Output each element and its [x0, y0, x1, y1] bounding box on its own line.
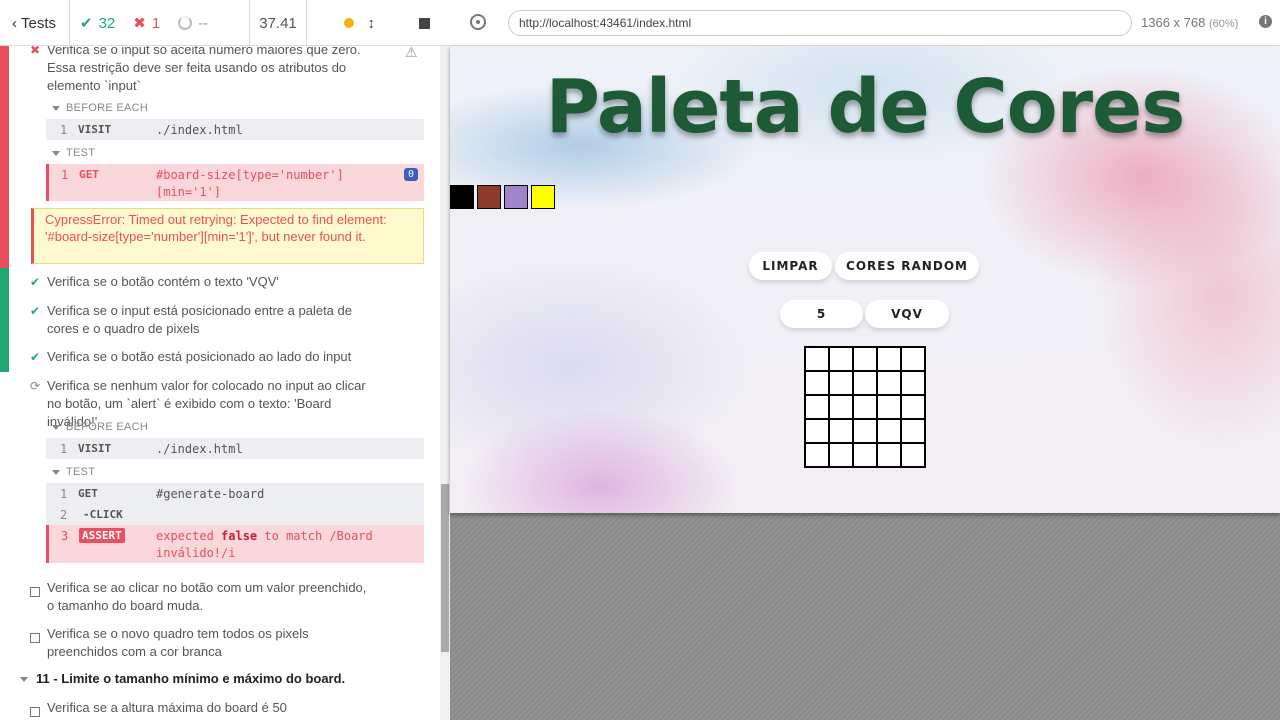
pixel[interactable]	[901, 419, 925, 443]
failed-icon: ✖	[30, 46, 41, 57]
error-message: CypressError: Timed out retrying: Expect…	[31, 208, 424, 264]
pending-count: --	[178, 15, 208, 32]
pixel[interactable]	[853, 395, 877, 419]
color-swatch[interactable]	[477, 185, 501, 209]
color-swatch[interactable]	[450, 185, 474, 209]
passed-icon: ✔	[30, 304, 41, 318]
color-swatch[interactable]	[504, 185, 528, 209]
running-indicator-icon	[343, 18, 354, 28]
test-header[interactable]: TEST	[52, 466, 95, 478]
page-title: Paleta de Cores	[545, 64, 1186, 150]
x-icon: ✖	[133, 15, 146, 32]
failed-count: ✖ 1	[133, 14, 161, 33]
stop-icon[interactable]	[419, 17, 430, 29]
pixel[interactable]	[901, 443, 925, 467]
command-assert-failed[interactable]: 3 ASSERT expected false to match /Board …	[46, 525, 424, 563]
caret-down-icon	[52, 105, 60, 111]
command-get-failed[interactable]: 1 GET #board-size[type='number'][min='1'…	[46, 164, 424, 201]
pixel[interactable]	[805, 371, 829, 395]
pixel[interactable]	[829, 347, 853, 371]
pixel[interactable]	[877, 347, 901, 371]
pixel[interactable]	[853, 371, 877, 395]
viewport-info: 1366 x 768 (60%)	[1141, 15, 1239, 30]
board-size-input[interactable]: 5	[780, 300, 863, 328]
before-each-header[interactable]: BEFORE EACH	[52, 421, 148, 433]
test-title-passed[interactable]: Verifica se o botão contém o texto 'VQV'	[47, 273, 377, 291]
color-palette	[450, 185, 555, 209]
pixel[interactable]	[877, 371, 901, 395]
pixel[interactable]	[829, 443, 853, 467]
info-icon[interactable]: i	[1259, 15, 1272, 28]
command-click[interactable]: 2 -CLICK	[46, 504, 424, 525]
scrollbar-thumb[interactable]	[441, 484, 449, 652]
before-each-header[interactable]: BEFORE EACH	[52, 102, 148, 114]
check-icon: ✔	[80, 15, 93, 32]
pixel-board	[804, 346, 926, 468]
pixel[interactable]	[853, 347, 877, 371]
tests-back-button[interactable]: ‹ Tests	[0, 0, 70, 46]
caret-down-icon	[20, 677, 28, 682]
elements-count-badge: 0	[403, 168, 418, 181]
test-title-passed[interactable]: Verifica se o botão está posicionado ao …	[47, 348, 377, 366]
command-visit[interactable]: 1 VISIT ./index.html	[46, 119, 424, 140]
command-get[interactable]: 1 GET #generate-board	[46, 483, 424, 504]
pixel[interactable]	[829, 419, 853, 443]
test-title-passed[interactable]: Verifica se o input está posicionado ent…	[47, 302, 377, 338]
reporter-body: ✖ Verifica se o input só aceita número m…	[0, 46, 440, 720]
app-stage: Paleta de Cores LIMPAR CORES RANDOM 5 VQ…	[450, 46, 1280, 720]
pixel[interactable]	[877, 395, 901, 419]
generate-board-button[interactable]: VQV	[865, 300, 949, 328]
app-header: http://localhost:43461/index.html 1366 x…	[450, 0, 1280, 46]
pixel[interactable]	[805, 443, 829, 467]
test-title-pending[interactable]: Verifica se a altura máxima do board é 5…	[47, 699, 377, 717]
test-header[interactable]: TEST	[52, 147, 95, 159]
pending-icon	[30, 707, 40, 717]
pixel[interactable]	[877, 443, 901, 467]
run-controls: ↕	[307, 0, 450, 46]
clear-board-button[interactable]: LIMPAR	[749, 252, 832, 280]
duration: 37.41	[250, 0, 307, 46]
assert-tag: ASSERT	[79, 528, 125, 543]
refresh-icon: ⟳	[30, 379, 41, 393]
cypress-reporter: ‹ Tests ✔ 32 ✖ 1 -- 37.41 ↕ ✖ Verifica se …	[0, 0, 450, 720]
test-title-pending[interactable]: Verifica se ao clicar no botão com um va…	[47, 579, 377, 615]
pixel[interactable]	[853, 443, 877, 467]
pixel[interactable]	[901, 371, 925, 395]
stats: ✔ 32 ✖ 1 --	[70, 0, 250, 46]
fail-bar	[0, 46, 9, 268]
passed-icon: ✔	[30, 350, 41, 364]
suite-title[interactable]: 11 - Limite o tamanho mínimo e máximo do…	[36, 671, 345, 686]
pixel[interactable]	[877, 419, 901, 443]
command-visit[interactable]: 1 VISIT ./index.html	[46, 438, 424, 459]
pixel[interactable]	[901, 395, 925, 419]
random-colors-button[interactable]: CORES RANDOM	[835, 252, 979, 280]
pixel[interactable]	[901, 347, 925, 371]
pass-bar	[0, 268, 9, 372]
auto-scroll-icon[interactable]: ↕	[368, 15, 376, 32]
pixel[interactable]	[829, 371, 853, 395]
caret-down-icon	[52, 150, 60, 156]
pending-icon	[30, 587, 40, 597]
spinner-icon	[178, 16, 193, 30]
app-under-test: Paleta de Cores LIMPAR CORES RANDOM 5 VQ…	[450, 46, 1280, 513]
caret-down-icon	[52, 469, 60, 475]
tests-label: Tests	[21, 14, 57, 32]
reporter-header: ‹ Tests ✔ 32 ✖ 1 -- 37.41 ↕	[0, 0, 450, 46]
test-title-failed[interactable]: Verifica se o input só aceita número mai…	[47, 46, 377, 95]
passed-count: ✔ 32	[80, 14, 116, 33]
pixel[interactable]	[829, 395, 853, 419]
passed-icon: ✔	[30, 275, 41, 289]
caret-down-icon	[52, 424, 60, 430]
selector-playground-icon[interactable]	[470, 14, 486, 30]
warning-icon: ⚠	[405, 46, 418, 60]
pixel[interactable]	[805, 347, 829, 371]
chevron-left-icon: ‹	[12, 14, 17, 32]
test-title-pending[interactable]: Verifica se o novo quadro tem todos os p…	[47, 625, 377, 661]
pending-icon	[30, 633, 40, 643]
pixel[interactable]	[853, 419, 877, 443]
pixel[interactable]	[805, 395, 829, 419]
url-bar[interactable]: http://localhost:43461/index.html	[508, 10, 1132, 36]
pixel[interactable]	[805, 419, 829, 443]
color-swatch[interactable]	[531, 185, 555, 209]
